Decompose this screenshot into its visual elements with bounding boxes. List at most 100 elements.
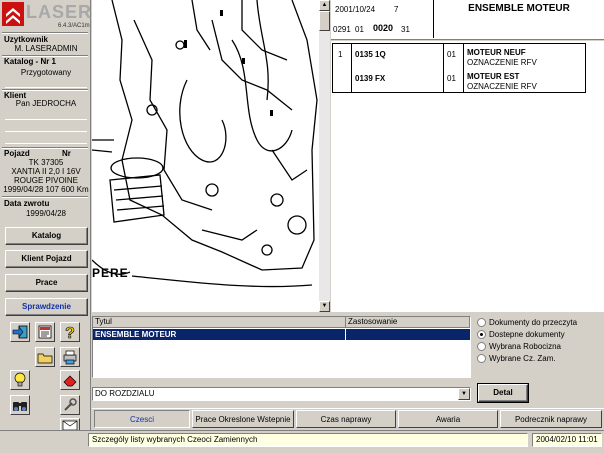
scroll-thumb[interactable]	[319, 11, 330, 31]
wrench-icon	[64, 398, 77, 411]
drawing-caption: PERE	[92, 266, 129, 280]
laser-logo: LASER 6.4.3/AC1m	[2, 2, 93, 32]
return-value: 1999/04/28	[25, 209, 67, 218]
radio-selected-labour[interactable]: Wybrana Robocizna	[476, 341, 561, 352]
katalog-button[interactable]: Katalog	[5, 227, 88, 245]
status-bar: Szczególy listy wybranych Czeoci Zamienn…	[0, 430, 604, 453]
part-name: MOTEUR NEUF	[467, 48, 526, 57]
chevron-down-icon[interactable]: ▼	[458, 388, 470, 400]
row-title: ENSEMBLE MOTEUR	[95, 330, 177, 339]
header-code-0020: 0020	[373, 23, 394, 33]
print-button[interactable]	[60, 347, 80, 367]
help-button[interactable]: ?	[60, 322, 80, 342]
login-arrow-button[interactable]	[10, 322, 30, 342]
radio-selected-parts[interactable]: Wybrane Cz. Zam.	[476, 353, 556, 364]
vehicle-nr-label: Nr	[62, 149, 71, 158]
lightbulb-icon	[14, 372, 26, 387]
radio-label: Wybrane Cz. Zam.	[489, 354, 556, 363]
user-label: Uzytkownik	[4, 35, 49, 44]
part-sub: OZNACZENIE RFV	[467, 58, 537, 67]
part-ref: 0139 FX	[355, 74, 386, 83]
header-code-01: 01	[355, 25, 364, 34]
client-field-1	[5, 110, 87, 120]
return-label: Data zwrotu	[4, 199, 50, 208]
eraser-icon	[63, 375, 77, 387]
client-value: Pan JEDROCHA	[15, 99, 77, 108]
user-value: M. LASERADMIN	[14, 44, 78, 53]
tab-bar: Czesci Prace Okreslone Wstepnie Czas nap…	[92, 408, 604, 428]
scroll-down-arrow-icon[interactable]: ▼	[319, 301, 330, 312]
catalog-empty-field	[5, 78, 87, 88]
separator	[2, 32, 88, 34]
binoculars-icon	[13, 402, 27, 411]
scroll-up-arrow-icon[interactable]: ▲	[319, 0, 330, 11]
parts-table: 1 0135 1Q 01 MOTEUR NEUF OZNACZENIE RFV …	[332, 43, 586, 93]
status-message: Szczególy listy wybranych Czeoci Zamienn…	[88, 433, 528, 447]
document-icon	[38, 325, 52, 339]
arrow-into-box-icon	[12, 325, 28, 339]
svg-text:?: ?	[65, 325, 75, 341]
category-dropdown[interactable]: DO ROZDZIALU ▼	[92, 387, 471, 401]
catalog-label: Katalog - Nr 1	[4, 57, 57, 66]
part-title: ENSEMBLE MOTEUR	[433, 0, 604, 38]
part-qty: 01	[447, 74, 456, 83]
vehicle-reg: TK 37305	[28, 158, 64, 167]
status-datetime: 2004/02/10 11:01	[532, 433, 602, 447]
tool-button[interactable]	[60, 395, 80, 415]
printer-icon	[63, 350, 77, 365]
dropdown-value: DO ROZDZIALU	[95, 389, 155, 398]
part-name: MOTEUR EST	[467, 72, 520, 81]
tab-prace-wstepnie[interactable]: Prace Okreslone Wstepnie	[192, 410, 294, 428]
radio-label: Dostepne dokumenty	[489, 330, 565, 339]
exploded-view-drawing[interactable]: PERE ▲ ▼	[92, 0, 330, 312]
erase-button[interactable]	[60, 370, 80, 390]
header-code-7: 7	[394, 5, 399, 14]
part-index: 1	[338, 50, 343, 59]
table-row[interactable]: 0139 FX 01 MOTEUR EST OZNACZENIE RFV	[333, 68, 585, 92]
vehicle-label: Pojazd	[4, 149, 30, 158]
part-sub: OZNACZENIE RFV	[467, 82, 537, 91]
column-header-title[interactable]: Tytul	[93, 317, 346, 328]
document-button[interactable]	[35, 322, 55, 342]
radio-label: Wybrana Robocizna	[489, 342, 561, 351]
app-version: 6.4.3/AC1m	[58, 23, 90, 29]
header-code-0291: 0291	[333, 25, 351, 34]
tab-podrecznik-naprawy[interactable]: Podrecznik naprawy	[500, 410, 602, 428]
folder-icon	[37, 353, 53, 364]
question-mark-icon: ?	[65, 325, 75, 341]
radio-label: Dokumenty do przeczyta	[489, 318, 578, 327]
logo-text: LASER	[26, 2, 93, 22]
lower-panel: Tytul Zastosowanie ENSEMBLE MOTEUR DO RO…	[92, 312, 604, 408]
separator	[2, 196, 88, 198]
folder-button[interactable]	[35, 347, 55, 367]
client-field-3	[5, 134, 87, 144]
search-button[interactable]	[10, 395, 30, 415]
vehicle-date-km: 1999/04/28 107 600 Km	[3, 185, 89, 194]
left-panel: LASER 6.4.3/AC1m Uzytkownik M. LASERADMI…	[0, 0, 91, 432]
part-header: 2001/10/24 7 0291 01 0020 31 ENSEMBLE MO…	[331, 0, 604, 40]
header-date: 2001/10/24	[335, 5, 376, 14]
vehicle-color: ROUGE PIVOINE	[13, 176, 78, 185]
radio-documents-to-read[interactable]: Dokumenty do przeczyta	[476, 317, 577, 328]
header-code-31: 31	[401, 25, 410, 34]
hint-button[interactable]	[10, 370, 30, 390]
prace-button[interactable]: Prace	[5, 274, 88, 292]
klient-pojazd-button[interactable]: Klient Pojazd	[5, 250, 88, 268]
sprawdzenie-button[interactable]: Sprawdzenie	[5, 298, 88, 316]
vehicle-model: XANTIA II 2,0 I 16V	[11, 167, 81, 176]
row-divider	[345, 329, 346, 340]
drawing-vertical-scrollbar[interactable]: ▲ ▼	[319, 0, 330, 312]
catalog-value: Przygotowany	[20, 68, 72, 77]
tab-czas-naprawy[interactable]: Czas naprawy	[296, 410, 396, 428]
table-row[interactable]: 1 0135 1Q 01 MOTEUR NEUF OZNACZENIE RFV	[333, 44, 585, 68]
documents-grid: Tytul Zastosowanie ENSEMBLE MOTEUR	[92, 316, 471, 378]
parts-panel: 1 0135 1Q 01 MOTEUR NEUF OZNACZENIE RFV …	[331, 41, 604, 312]
tab-awaria[interactable]: Awaria	[398, 410, 498, 428]
document-filter-radios: Dokumenty do przeczyta Dostepne dokument…	[476, 314, 602, 370]
radio-available-documents[interactable]: Dostepne dokumenty	[476, 329, 565, 340]
column-header-usage[interactable]: Zastosowanie	[346, 317, 470, 328]
detal-button[interactable]: Detal	[478, 384, 528, 402]
part-ref: 0135 1Q	[355, 50, 386, 59]
tab-czesci[interactable]: Czesci	[94, 410, 190, 428]
table-row-selected[interactable]: ENSEMBLE MOTEUR	[93, 329, 470, 340]
